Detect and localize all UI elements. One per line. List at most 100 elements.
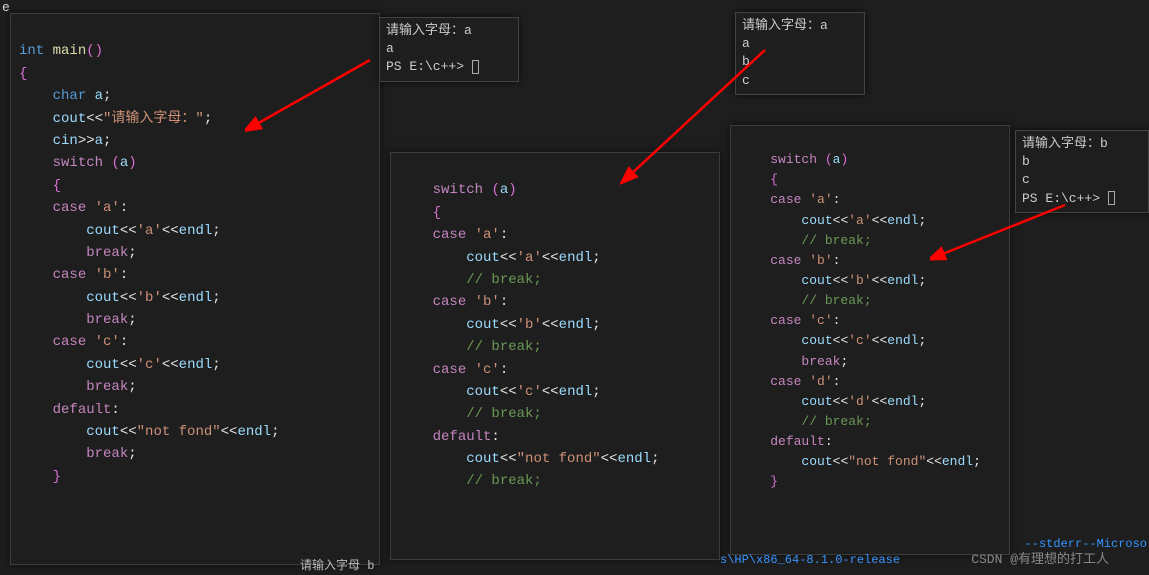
code-token: ;	[271, 424, 279, 440]
code-token: ()	[86, 43, 103, 59]
code-token: :	[833, 313, 841, 328]
code-token: case	[53, 200, 87, 216]
code-token: break	[801, 354, 840, 369]
code-token: ;	[973, 454, 981, 469]
code-token: switch	[53, 155, 103, 171]
terminal-1: 请输入字母：a a PS E:\c++>	[379, 17, 519, 82]
code-token: <<	[120, 424, 137, 440]
code-token: cout	[466, 384, 500, 400]
code-token: 'b'	[517, 317, 542, 333]
code-token: 'a'	[809, 192, 832, 207]
code-token: break	[86, 446, 128, 462]
code-pane-1: int main() { char a; cout<<"请输入字母："; cin…	[10, 13, 380, 565]
code-token: {	[433, 205, 441, 221]
code-token: 'c'	[95, 334, 120, 350]
code-token: endl	[887, 213, 918, 228]
code-token: ;	[592, 317, 600, 333]
code-token: <<	[542, 250, 559, 266]
code-token: case	[53, 334, 87, 350]
code-token: 'b'	[848, 273, 871, 288]
code-token: ;	[918, 333, 926, 348]
watermark-text: CSDN @有理想的打工人	[971, 548, 1109, 567]
code-comment: // break;	[466, 406, 542, 422]
code-comment: // break;	[801, 233, 871, 248]
code-token: ;	[212, 357, 220, 373]
code-token: 'd'	[848, 394, 871, 409]
term-line: b	[742, 53, 858, 71]
term-line: 请输入字母：a	[742, 17, 858, 35]
cursor-icon	[1108, 191, 1115, 205]
code-token: endl	[179, 357, 213, 373]
code-token: cout	[801, 273, 832, 288]
term-line: 请输入字母：a	[386, 22, 512, 40]
code-token: case	[53, 267, 87, 283]
code-token: endl	[179, 290, 213, 306]
code-token: ;	[128, 245, 136, 261]
code-token: 'a'	[137, 223, 162, 239]
code-token: "not fond"	[137, 424, 221, 440]
code-comment: // break;	[466, 272, 542, 288]
code-token: }	[53, 469, 61, 485]
code-token: case	[770, 374, 801, 389]
code-token: ;	[840, 354, 848, 369]
code-token: endl	[887, 333, 918, 348]
code-token: <<	[162, 290, 179, 306]
code-token: 'd'	[809, 374, 832, 389]
code-token: a	[500, 182, 508, 198]
code-token: endl	[559, 250, 593, 266]
code-token: <<	[500, 384, 517, 400]
code-token: cout	[466, 317, 500, 333]
code-token: case	[433, 362, 467, 378]
code-token: ;	[128, 379, 136, 395]
code-token: ;	[918, 394, 926, 409]
code-token: endl	[887, 394, 918, 409]
code-token: break	[86, 245, 128, 261]
code-token: cout	[86, 424, 120, 440]
code-token: :	[833, 374, 841, 389]
code-token: <<	[542, 384, 559, 400]
code-token: <<	[500, 451, 517, 467]
code-token: <<	[120, 290, 137, 306]
code-token: 'c'	[475, 362, 500, 378]
code-token: <<	[500, 317, 517, 333]
code-token: default	[53, 402, 112, 418]
code-token: :	[500, 294, 508, 310]
code-token: )	[128, 155, 136, 171]
code-token: ;	[128, 446, 136, 462]
term-line: a	[386, 40, 512, 58]
code-token: <<	[86, 111, 103, 127]
code-token: )	[508, 182, 516, 198]
code-token: endl	[237, 424, 271, 440]
code-token: endl	[179, 223, 213, 239]
term-line: 请输入字母：b	[1022, 135, 1142, 153]
term-line: PS E:\c++>	[1022, 190, 1142, 208]
term-line: c	[1022, 171, 1142, 189]
code-comment: // break;	[466, 473, 542, 489]
code-token: 'b'	[137, 290, 162, 306]
cursor-icon	[472, 60, 479, 74]
code-pane-2: switch (a) { case 'a': cout<<'a'<<endl; …	[390, 152, 720, 560]
code-token: char	[53, 88, 87, 104]
code-token: :	[833, 253, 841, 268]
terminal-2: 请输入字母：a a b c	[735, 12, 865, 95]
term-line: a	[742, 35, 858, 53]
code-token: cout	[466, 250, 500, 266]
code-token: main	[53, 43, 87, 59]
code-token: ;	[212, 290, 220, 306]
code-comment: // break;	[466, 339, 542, 355]
code-token: default	[433, 429, 492, 445]
code-token: int	[19, 43, 44, 59]
status-text: s\HP\x86_64-8.1.0-release	[720, 553, 900, 567]
code-token: cout	[801, 394, 832, 409]
code-token: (	[111, 155, 119, 171]
code-token: endl	[559, 384, 593, 400]
code-token: 'a'	[95, 200, 120, 216]
code-token: :	[833, 192, 841, 207]
code-token: <<	[162, 223, 179, 239]
code-token: {	[19, 66, 27, 82]
code-token: <<	[120, 223, 137, 239]
terminal-3: 请输入字母：b b c PS E:\c++>	[1015, 130, 1149, 213]
code-token: :	[111, 402, 119, 418]
code-token: <<	[120, 357, 137, 373]
code-token: <<	[500, 250, 517, 266]
